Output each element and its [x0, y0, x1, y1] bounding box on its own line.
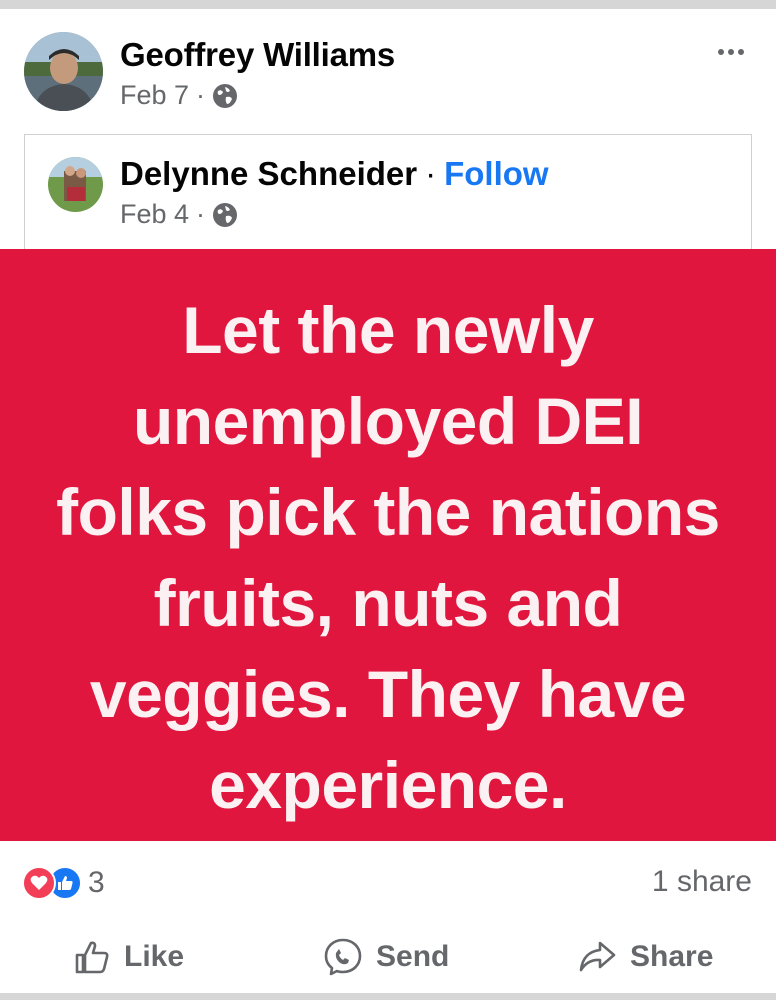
image-text: Let the newly unemployed DEI folks pick …: [0, 285, 776, 831]
reactions-summary[interactable]: 3: [22, 866, 105, 900]
send-label: Send: [376, 940, 450, 973]
share-label: Share: [630, 940, 714, 973]
image-text-line: experience.: [209, 748, 567, 822]
like-label: Like: [124, 940, 185, 973]
shared-post-date[interactable]: Feb 4: [120, 199, 189, 230]
share-count[interactable]: 1 share: [560, 865, 752, 899]
author-avatar[interactable]: [24, 32, 103, 111]
author-name[interactable]: Geoffrey Williams: [120, 36, 395, 74]
shared-author-name[interactable]: Delynne Schneider: [120, 155, 417, 193]
shared-post-meta: Feb 4 ·: [120, 199, 238, 230]
post-meta: Feb 7 ·: [120, 80, 238, 111]
shared-author-avatar[interactable]: [48, 157, 103, 212]
follow-button[interactable]: Follow: [444, 155, 548, 193]
reaction-count: 3: [88, 866, 105, 899]
image-text-line: fruits, nuts and: [153, 566, 623, 640]
name-separator: ·: [425, 155, 437, 192]
image-text-line: Let the newly: [182, 293, 594, 367]
top-divider: [0, 0, 776, 9]
more-horizontal-icon: [718, 49, 724, 55]
send-button[interactable]: Send: [322, 933, 449, 981]
globe-icon: [213, 202, 238, 227]
thumbs-up-icon: [75, 941, 109, 974]
globe-icon: [213, 83, 238, 108]
bottom-divider: [0, 993, 776, 1000]
like-button[interactable]: Like: [72, 933, 184, 981]
share-arrow-icon: [579, 941, 616, 972]
meta-separator: ·: [196, 80, 206, 110]
share-button[interactable]: Share: [576, 933, 713, 981]
love-icon: [22, 866, 56, 900]
post-image[interactable]: Let the newly unemployed DEI folks pick …: [0, 249, 776, 841]
meta-separator: ·: [196, 199, 206, 229]
post-date[interactable]: Feb 7: [120, 80, 189, 111]
more-options-button[interactable]: [711, 40, 751, 64]
image-text-line: veggies. They have: [89, 657, 687, 731]
image-text-line: folks pick the nations: [56, 475, 720, 549]
messenger-icon: [324, 938, 362, 976]
image-text-line: unemployed DEI: [132, 384, 644, 458]
shared-post-header: Delynne Schneider · Follow: [120, 155, 549, 193]
